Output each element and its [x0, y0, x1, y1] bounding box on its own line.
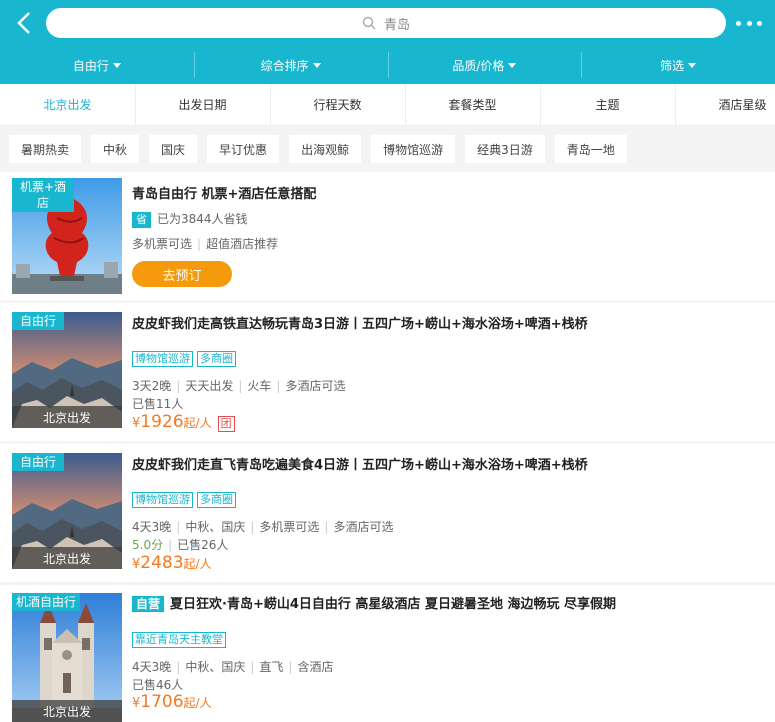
product-thumbnail: 机票+酒店 — [12, 178, 122, 294]
tag: 多商圈 — [197, 492, 236, 508]
chevron-down-icon — [112, 62, 121, 68]
list-item[interactable]: 自由行 北京出发 皮皮虾我们走直飞青岛吃遍美食4日游丨五四广场+崂山+海水浴场+… — [0, 444, 775, 582]
group-badge: 团 — [217, 416, 235, 432]
chevron-down-icon — [688, 62, 697, 68]
tag: 靠近青岛天主教堂 — [132, 632, 226, 648]
search-query: 青岛 — [383, 17, 410, 33]
tab-hotel-star[interactable]: 酒店星级 — [675, 84, 775, 125]
filter-more[interactable]: 筛选 — [581, 46, 775, 84]
chevron-down-icon — [312, 62, 321, 68]
product-title-line: 自营 夏日狂欢·青岛+崂山4日自由行 高星级酒店 夏日避暑圣地 海边畅玩 尽享假期 — [132, 593, 616, 612]
product-type-ribbon: 自由行 — [12, 312, 65, 330]
quick-filter-chips: 暑期热卖 中秋 国庆 早订优惠 出海观鲸 博物馆巡游 经典3日游 青岛一地 — [0, 127, 775, 171]
rating-score: 5.0分 — [132, 538, 164, 552]
filter-quality-price[interactable]: 品质/价格 — [387, 46, 582, 84]
top-bar: 青岛 — [0, 0, 775, 46]
tag-line: 博物馆巡游 多商圈 — [132, 492, 240, 508]
product-title: 青岛自由行 机票+酒店任意搭配 — [132, 187, 317, 202]
feature-line: 4天3晚 | 中秋、国庆 | 多机票可选 | 多酒店可选 — [132, 520, 394, 534]
chip[interactable]: 经典3日游 — [465, 135, 545, 163]
chip[interactable]: 博物馆巡游 — [371, 135, 456, 163]
tab-departure-date[interactable]: 出发日期 — [135, 84, 270, 125]
chip[interactable]: 早订优惠 — [207, 135, 280, 163]
search-icon — [362, 16, 376, 30]
product-type-ribbon: 机酒自由行 — [12, 593, 81, 611]
save-badge: 省 — [132, 212, 151, 228]
tag: 博物馆巡游 — [132, 351, 193, 367]
chip[interactable]: 国庆 — [149, 135, 198, 163]
sold-count: 已售46人 — [132, 678, 184, 692]
filter-sort[interactable]: 综合排序 — [193, 46, 388, 84]
tab-trip-days[interactable]: 行程天数 — [270, 84, 405, 125]
savings-line: 省已为3844人省钱 — [132, 210, 248, 228]
product-type-ribbon: 自由行 — [12, 453, 65, 471]
feature-line: 4天3晚 | 中秋、国庆 | 直飞 | 含酒店 — [132, 660, 334, 674]
tag: 博物馆巡游 — [132, 492, 193, 508]
sold-count: 已售11人 — [132, 397, 184, 411]
chip[interactable]: 青岛一地 — [554, 135, 627, 163]
product-title: 皮皮虾我们走直飞青岛吃遍美食4日游丨五四广场+崂山+海水浴场+啤酒+栈桥 — [132, 458, 588, 473]
feature-line: 3天2晚 | 天天出发 | 火车 | 多酒店可选 — [132, 379, 346, 393]
rating-sold-line: 5.0分 | 已售26人 — [132, 538, 229, 552]
departure-label: 北京出发 — [12, 406, 122, 428]
tab-theme[interactable]: 主题 — [540, 84, 675, 125]
product-thumbnail: 自由行 北京出发 — [12, 312, 122, 428]
savings-text: 已为3844人省钱 — [157, 212, 248, 226]
list-item[interactable]: 机酒自由行 北京出发 自营 夏日狂欢·青岛+崂山4日自由行 高星级酒店 夏日避暑圣… — [0, 585, 775, 722]
category-tabs: 北京出发 出发日期 行程天数 套餐类型 主题 酒店星级 — [0, 84, 775, 126]
price: ¥1706起/人 — [132, 692, 212, 712]
tag: 多商圈 — [197, 351, 236, 367]
filter-bar: 自由行 综合排序 品质/价格 筛选 — [0, 46, 775, 84]
product-thumbnail: 自由行 北京出发 — [12, 453, 122, 569]
departure-label: 北京出发 — [12, 547, 122, 569]
search-box[interactable]: 青岛 — [46, 8, 726, 38]
product-list: 机票+酒店 青岛自由行 机票+酒店任意搭配 省已为3844人省钱 多机票可选 | 超… — [0, 172, 775, 722]
product-thumbnail: 机酒自由行 北京出发 — [12, 593, 122, 722]
list-item[interactable]: 机票+酒店 青岛自由行 机票+酒店任意搭配 省已为3844人省钱 多机票可选 | 超… — [0, 172, 775, 300]
more-menu-icon[interactable] — [736, 14, 762, 32]
tab-package-type[interactable]: 套餐类型 — [405, 84, 540, 125]
book-button[interactable]: 去预订 — [132, 261, 232, 287]
chip[interactable]: 出海观鲸 — [289, 135, 362, 163]
sold-count: 已售26人 — [177, 538, 229, 552]
price: ¥2483起/人 — [132, 553, 212, 573]
tag-line: 博物馆巡游 多商圈 — [132, 351, 240, 367]
departure-label: 北京出发 — [12, 700, 122, 722]
chevron-down-icon — [508, 62, 517, 68]
filter-trip-type[interactable]: 自由行 — [0, 46, 194, 84]
feature-line: 多机票可选 | 超值酒店推荐 — [132, 237, 279, 251]
tab-departure-city[interactable]: 北京出发 — [0, 84, 135, 125]
chip[interactable]: 中秋 — [91, 135, 140, 163]
product-type-ribbon: 机票+酒店 — [12, 178, 74, 212]
product-title: 夏日狂欢·青岛+崂山4日自由行 高星级酒店 夏日避暑圣地 海边畅玩 尽享假期 — [170, 597, 616, 612]
back-arrow-icon[interactable] — [14, 11, 36, 35]
tag-line: 靠近青岛天主教堂 — [132, 632, 230, 648]
chip[interactable]: 暑期热卖 — [9, 135, 82, 163]
product-title: 皮皮虾我们走高铁直达畅玩青岛3日游丨五四广场+崂山+海水浴场+啤酒+栈桥 — [132, 317, 588, 332]
list-item[interactable]: 自由行 北京出发 皮皮虾我们走高铁直达畅玩青岛3日游丨五四广场+崂山+海水浴场+… — [0, 303, 775, 441]
price: ¥1926起/人团 — [132, 412, 235, 432]
self-operated-badge: 自营 — [132, 596, 165, 612]
